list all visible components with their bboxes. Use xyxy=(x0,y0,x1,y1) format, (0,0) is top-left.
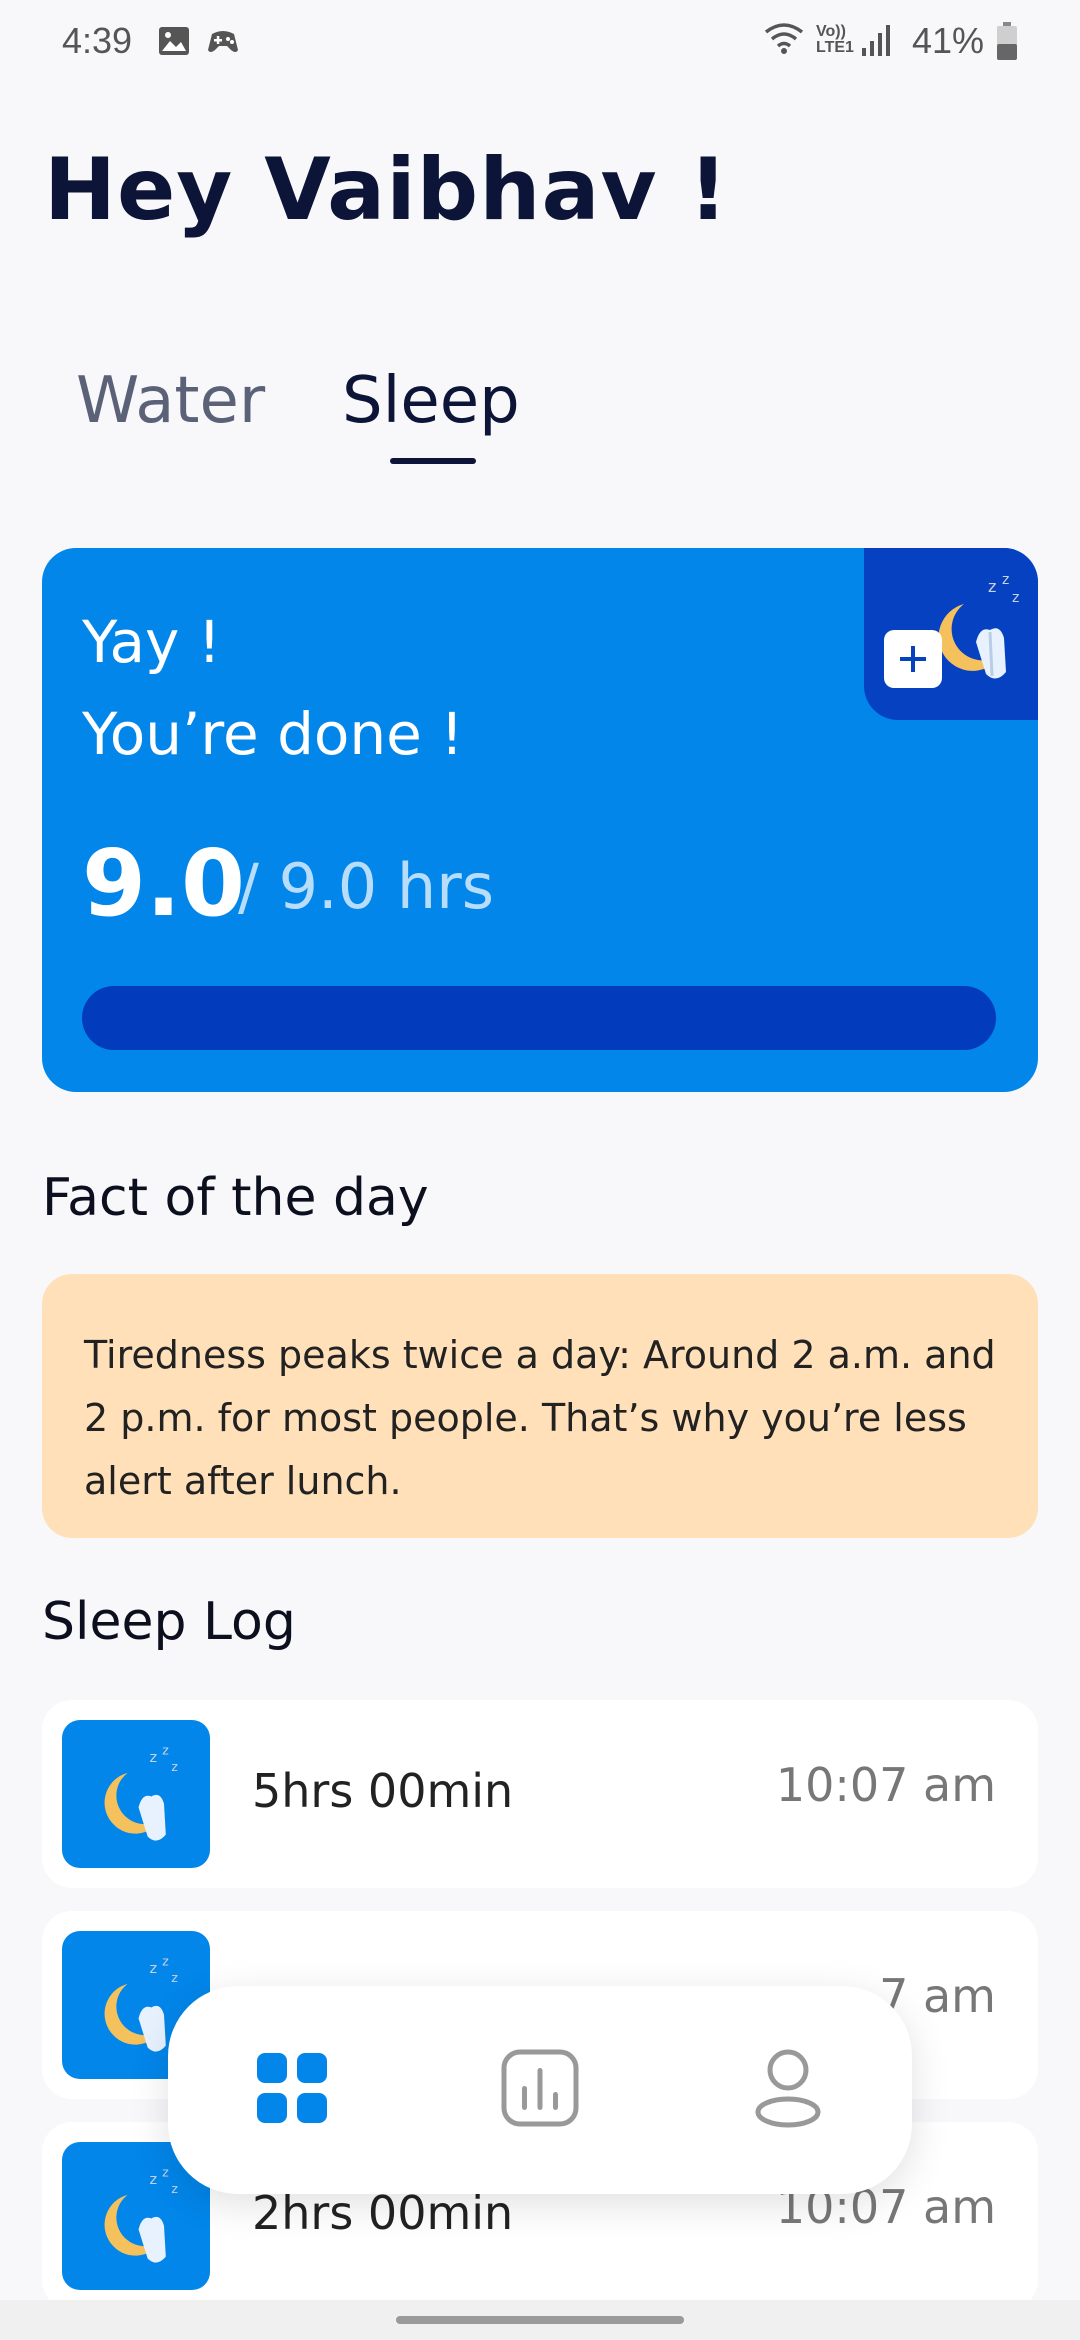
sleep-goal-card: Yay ! You’re done ! 9.0 / 9.0 hrs z z z xyxy=(42,548,1038,1092)
dashboard-grid-icon xyxy=(255,2051,329,2129)
sleep-goal-total: / 9.0 hrs xyxy=(238,850,494,923)
log-thumb: zzz xyxy=(62,1720,210,1868)
goal-message-line-1: Yay ! xyxy=(82,608,221,676)
status-time: 4:39 xyxy=(62,20,133,61)
greeting-title: Hey Vaibhav ! xyxy=(44,140,729,240)
svg-text:z: z xyxy=(149,1750,157,1766)
sleep-log-item[interactable]: zzz 5hrs 00min 10:07 am xyxy=(42,1700,1038,1888)
sleep-log-title: Sleep Log xyxy=(42,1592,296,1652)
wifi-icon xyxy=(764,22,804,60)
moon-sleep-icon: zzz xyxy=(84,2158,184,2272)
game-notification-icon xyxy=(206,26,240,60)
volte-indicator: Vo)) LTE1 xyxy=(816,23,854,56)
add-sleep-button[interactable]: z z z xyxy=(864,548,1038,720)
svg-text:z: z xyxy=(988,577,996,596)
sleep-hours-value: 9.0 xyxy=(82,830,245,937)
svg-text:z: z xyxy=(162,1743,169,1758)
goal-message-line-2: You’re done ! xyxy=(82,700,464,768)
svg-text:z: z xyxy=(171,1759,178,1774)
svg-text:z: z xyxy=(162,1954,169,1969)
bottom-navigation xyxy=(168,1986,912,2194)
svg-text:z: z xyxy=(171,2181,178,2196)
gallery-notification-icon xyxy=(158,26,190,60)
active-tab-indicator xyxy=(390,458,476,464)
svg-text:z: z xyxy=(1012,590,1019,606)
nav-stats-button[interactable] xyxy=(488,2038,592,2142)
svg-text:z: z xyxy=(162,2165,169,2180)
fact-section-title: Fact of the day xyxy=(42,1168,429,1228)
svg-text:z: z xyxy=(171,1970,178,1985)
plus-icon xyxy=(884,630,942,688)
profile-icon xyxy=(753,2048,823,2132)
nav-home-button[interactable] xyxy=(240,2038,344,2142)
log-duration: 2hrs 00min xyxy=(252,2186,514,2240)
svg-text:z: z xyxy=(1002,572,1009,588)
battery-percentage: 41% xyxy=(911,20,984,61)
fact-text: Tiredness peaks twice a day: Around 2 a.… xyxy=(84,1333,996,1503)
svg-text:z: z xyxy=(149,1961,157,1977)
svg-text:z: z xyxy=(149,2172,157,2188)
fact-card: Tiredness peaks twice a day: Around 2 a.… xyxy=(42,1274,1038,1538)
bar-chart-icon xyxy=(500,2048,580,2132)
tab-sleep[interactable]: Sleep xyxy=(342,364,520,438)
signal-icon xyxy=(860,24,894,60)
nav-profile-button[interactable] xyxy=(736,2038,840,2142)
tab-water[interactable]: Water xyxy=(76,364,265,438)
battery-icon xyxy=(996,22,1018,64)
moon-sleep-icon: zzz xyxy=(84,1736,184,1850)
sleep-progress-fill xyxy=(82,986,996,1050)
sleep-progress-bar xyxy=(82,986,996,1050)
log-time: 10:07 am xyxy=(775,1758,996,1812)
home-indicator[interactable] xyxy=(396,2316,684,2324)
log-duration: 5hrs 00min xyxy=(252,1764,514,1818)
status-bar: 4:39 Vo)) LTE1 41% xyxy=(0,0,1080,84)
